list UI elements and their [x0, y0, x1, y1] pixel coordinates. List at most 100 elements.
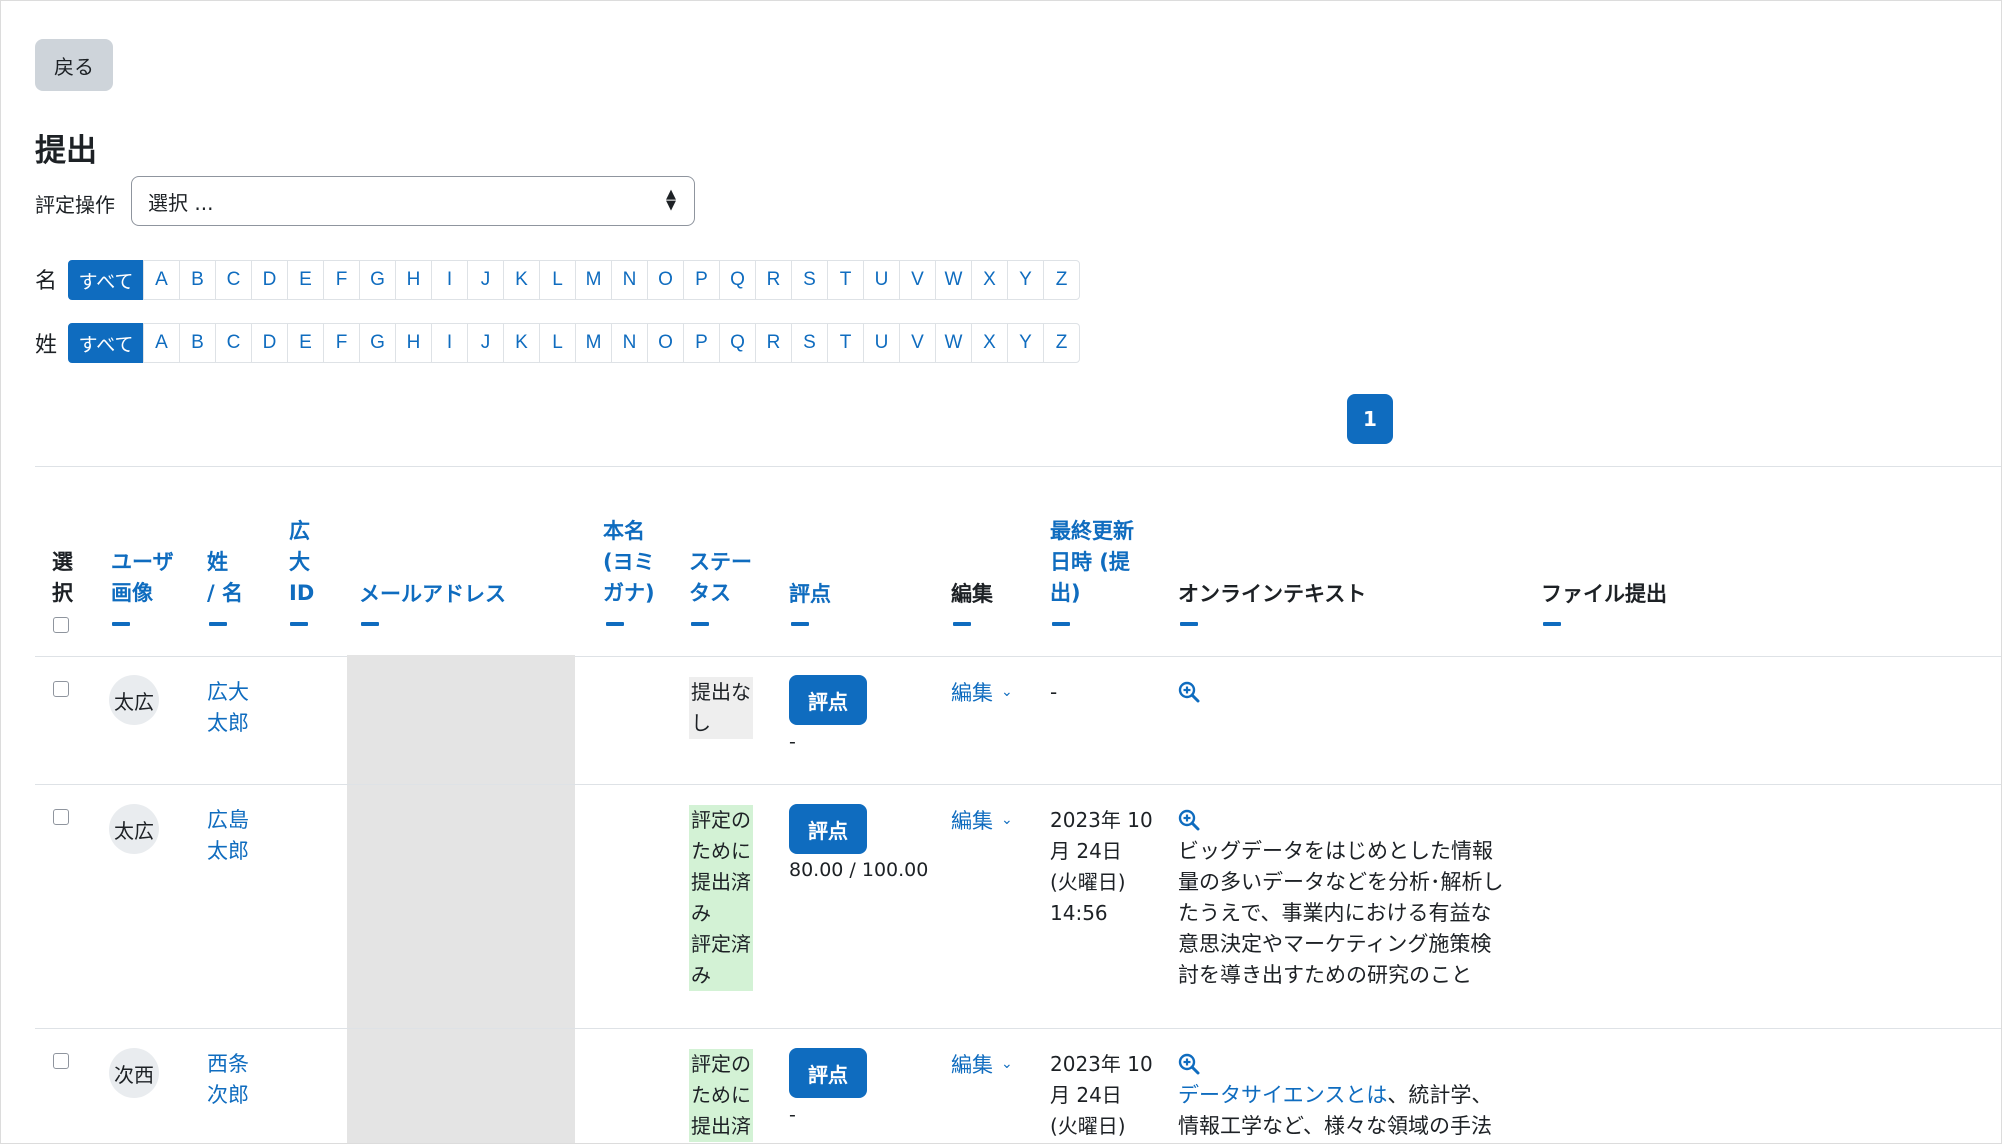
user-name-link[interactable]: 広島 太郎	[207, 805, 249, 867]
header-real-name-collapse[interactable]	[606, 622, 624, 626]
last-name-initial-n[interactable]: N	[611, 323, 648, 363]
header-grade-collapse[interactable]	[791, 622, 809, 626]
grade-button[interactable]: 評点	[789, 804, 867, 854]
online-text-link[interactable]: データサイエンスとは	[1178, 1083, 1387, 1107]
first-name-initial-v[interactable]: V	[899, 260, 936, 300]
first-name-initial-j[interactable]: J	[467, 260, 504, 300]
last-name-initial-x[interactable]: X	[971, 323, 1008, 363]
first-name-initial-c[interactable]: C	[215, 260, 252, 300]
first-name-initial-w[interactable]: W	[935, 260, 972, 300]
last-name-initial-r[interactable]: R	[755, 323, 792, 363]
last-name-initial-u[interactable]: U	[863, 323, 900, 363]
last-name-initial-v[interactable]: V	[899, 323, 936, 363]
last-name-initial-all[interactable]: すべて	[68, 323, 144, 363]
header-email-collapse[interactable]	[361, 622, 379, 626]
last-name-initial-a[interactable]: A	[143, 323, 180, 363]
first-name-initial-r[interactable]: R	[755, 260, 792, 300]
header-user-picture[interactable]: ユーザ 画像	[111, 547, 174, 609]
first-name-initial-a[interactable]: A	[143, 260, 180, 300]
header-status-collapse[interactable]	[691, 622, 709, 626]
row-checkbox[interactable]	[53, 681, 69, 697]
last-name-initial-c[interactable]: C	[215, 323, 252, 363]
chevron-down-icon: ⌄	[1001, 684, 1013, 700]
first-name-initials-bar: すべて A B C D E F G H I J K L M N O P Q R S T U V W X Y Z	[68, 260, 1080, 300]
last-name-initial-q[interactable]: Q	[719, 323, 756, 363]
first-name-initial-g[interactable]: G	[359, 260, 396, 300]
header-grade[interactable]: 評点	[789, 579, 831, 610]
header-name[interactable]: 姓 / 名	[207, 547, 243, 609]
edit-menu[interactable]: 編集 ⌄	[951, 677, 1013, 707]
last-name-initial-p[interactable]: P	[683, 323, 720, 363]
grade-button[interactable]: 評点	[789, 1048, 867, 1098]
zoom-in-icon[interactable]	[1178, 681, 1200, 703]
last-name-initial-e[interactable]: E	[287, 323, 324, 363]
row-divider	[35, 1028, 2001, 1029]
last-name-initial-l[interactable]: L	[539, 323, 576, 363]
last-name-initial-k[interactable]: K	[503, 323, 540, 363]
edit-menu[interactable]: 編集 ⌄	[951, 805, 1013, 835]
first-name-initial-h[interactable]: H	[395, 260, 432, 300]
divider	[35, 466, 2001, 467]
last-name-initial-d[interactable]: D	[251, 323, 288, 363]
user-name-link[interactable]: 広大 太郎	[207, 677, 249, 739]
first-name-initial-p[interactable]: P	[683, 260, 720, 300]
pagination-page-1[interactable]: 1	[1347, 394, 1393, 444]
first-name-initial-e[interactable]: E	[287, 260, 324, 300]
first-name-initial-l[interactable]: L	[539, 260, 576, 300]
last-name-initial-f[interactable]: F	[323, 323, 360, 363]
header-id-collapse[interactable]	[290, 622, 308, 626]
last-name-initial-i[interactable]: I	[431, 323, 468, 363]
zoom-in-icon[interactable]	[1178, 809, 1200, 831]
first-name-initial-z[interactable]: Z	[1043, 260, 1080, 300]
last-name-initial-g[interactable]: G	[359, 323, 396, 363]
row-checkbox[interactable]	[53, 809, 69, 825]
avatar: 太広	[109, 804, 159, 854]
header-id[interactable]: 広大 ID	[289, 516, 314, 609]
last-name-initial-w[interactable]: W	[935, 323, 972, 363]
first-name-initial-n[interactable]: N	[611, 260, 648, 300]
first-name-initial-d[interactable]: D	[251, 260, 288, 300]
header-edit-collapse[interactable]	[953, 622, 971, 626]
header-user-picture-collapse[interactable]	[112, 622, 130, 626]
status-badge: 評定の ために 提出済	[689, 1049, 753, 1142]
first-name-initial-q[interactable]: Q	[719, 260, 756, 300]
header-online-text-collapse[interactable]	[1180, 622, 1198, 626]
first-name-initial-i[interactable]: I	[431, 260, 468, 300]
first-name-initial-m[interactable]: M	[575, 260, 612, 300]
header-email[interactable]: メールアドレス	[359, 579, 506, 610]
last-name-initial-t[interactable]: T	[827, 323, 864, 363]
header-status[interactable]: ステー タス	[689, 547, 752, 609]
first-name-initial-x[interactable]: X	[971, 260, 1008, 300]
first-name-initial-all[interactable]: すべて	[68, 260, 144, 300]
last-name-initial-o[interactable]: O	[647, 323, 684, 363]
header-name-collapse[interactable]	[209, 622, 227, 626]
first-name-initial-u[interactable]: U	[863, 260, 900, 300]
header-last-modified-collapse[interactable]	[1052, 622, 1070, 626]
last-name-initial-j[interactable]: J	[467, 323, 504, 363]
edit-menu[interactable]: 編集 ⌄	[951, 1049, 1013, 1079]
row-checkbox[interactable]	[53, 1053, 69, 1069]
user-name-link[interactable]: 西条 次郎	[207, 1049, 249, 1111]
grading-action-select[interactable]: 選択 ... ▲ ▼	[131, 176, 695, 226]
back-button[interactable]: 戻る	[35, 39, 113, 91]
first-name-initial-s[interactable]: S	[791, 260, 828, 300]
last-name-initial-b[interactable]: B	[179, 323, 216, 363]
grading-action-value: 選択 ...	[148, 190, 214, 215]
zoom-in-icon[interactable]	[1178, 1053, 1200, 1075]
last-name-initial-y[interactable]: Y	[1007, 323, 1044, 363]
header-last-modified[interactable]: 最終更新 日時 (提 出)	[1050, 516, 1134, 609]
last-name-initial-z[interactable]: Z	[1043, 323, 1080, 363]
last-name-initial-h[interactable]: H	[395, 323, 432, 363]
last-name-initial-s[interactable]: S	[791, 323, 828, 363]
header-file-submission-collapse[interactable]	[1543, 622, 1561, 626]
first-name-initial-o[interactable]: O	[647, 260, 684, 300]
header-real-name[interactable]: 本名 (ヨミ ガナ)	[603, 516, 655, 609]
first-name-initial-b[interactable]: B	[179, 260, 216, 300]
last-name-initial-m[interactable]: M	[575, 323, 612, 363]
first-name-initial-t[interactable]: T	[827, 260, 864, 300]
first-name-initial-k[interactable]: K	[503, 260, 540, 300]
select-all-checkbox[interactable]	[53, 617, 69, 633]
first-name-initial-y[interactable]: Y	[1007, 260, 1044, 300]
grade-button[interactable]: 評点	[789, 675, 867, 725]
first-name-initial-f[interactable]: F	[323, 260, 360, 300]
